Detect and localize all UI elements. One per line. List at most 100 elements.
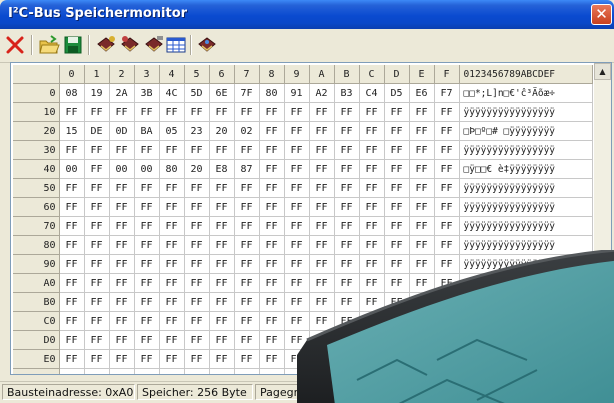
hex-cell[interactable]: FF: [209, 178, 235, 198]
hex-cell[interactable]: 20: [209, 121, 235, 141]
hex-cell[interactable]: FF: [109, 140, 135, 160]
hex-cell[interactable]: 87: [234, 159, 260, 179]
hex-cell[interactable]: A0: [109, 368, 135, 374]
hex-cell[interactable]: FF: [409, 197, 435, 217]
hex-cell[interactable]: 91: [284, 83, 310, 103]
hex-cell[interactable]: FF: [259, 159, 285, 179]
hex-cell[interactable]: 00: [134, 159, 160, 179]
hex-cell[interactable]: FF: [359, 140, 385, 160]
hex-cell[interactable]: FF: [209, 197, 235, 217]
hex-cell[interactable]: FF: [409, 140, 435, 160]
hex-cell[interactable]: FF: [359, 254, 385, 274]
hex-cell[interactable]: FF: [134, 178, 160, 198]
hex-cell[interactable]: FF: [234, 140, 260, 160]
hex-cell[interactable]: FF: [384, 102, 410, 122]
hex-cell[interactable]: FF: [309, 292, 335, 312]
hex-cell[interactable]: FF: [384, 330, 410, 350]
hex-cell[interactable]: FF: [234, 102, 260, 122]
hex-cell[interactable]: 00: [109, 159, 135, 179]
hex-cell[interactable]: FF: [184, 368, 210, 374]
hex-cell[interactable]: 3B: [134, 83, 160, 103]
hex-cell[interactable]: FF: [384, 216, 410, 236]
hex-cell[interactable]: FF: [209, 140, 235, 160]
hex-cell[interactable]: FF: [234, 311, 260, 331]
hex-cell[interactable]: FF: [309, 159, 335, 179]
hex-cell[interactable]: 05: [159, 121, 185, 141]
hex-cell[interactable]: FF: [284, 235, 310, 255]
hex-cell[interactable]: 15: [59, 121, 85, 141]
hex-cell[interactable]: FF: [84, 254, 110, 274]
hex-cell[interactable]: A0: [134, 368, 160, 374]
hex-cell[interactable]: FF: [309, 140, 335, 160]
hex-cell[interactable]: FF: [134, 140, 160, 160]
hex-cell[interactable]: FF: [409, 235, 435, 255]
ascii-cell[interactable]: ÿÿÿÿÿÿÿÿÿÿÿÿÿÿÿÿ: [459, 254, 593, 274]
hex-cell[interactable]: FF: [359, 216, 385, 236]
hex-cell[interactable]: FF: [184, 102, 210, 122]
hex-cell[interactable]: FF: [284, 140, 310, 160]
hex-cell[interactable]: FF: [259, 197, 285, 217]
hex-cell[interactable]: FF: [384, 140, 410, 160]
hex-cell[interactable]: FF: [384, 292, 410, 312]
hex-cell[interactable]: FF: [284, 102, 310, 122]
hex-cell[interactable]: FF: [259, 368, 285, 374]
hex-cell[interactable]: FF: [334, 121, 360, 141]
hex-cell[interactable]: FF: [434, 273, 460, 293]
hex-cell[interactable]: FF: [384, 273, 410, 293]
close-button[interactable]: ✕: [591, 4, 612, 25]
ascii-cell[interactable]: ÿÿÿÿÿÿÿÿÿÿÿÿÿÿÿÿ: [459, 216, 593, 236]
hex-cell[interactable]: FF: [184, 235, 210, 255]
hex-cell[interactable]: FF: [359, 368, 385, 374]
hex-cell[interactable]: 20: [184, 159, 210, 179]
hex-cell[interactable]: FF: [434, 349, 460, 369]
hex-cell[interactable]: 0D: [109, 121, 135, 141]
hex-cell[interactable]: FF: [284, 197, 310, 217]
hex-cell[interactable]: FF: [59, 292, 85, 312]
hex-cell[interactable]: FF: [259, 140, 285, 160]
ascii-cell[interactable]: ÿÿÿÿÿÿÿÿÿÿÿÿÿÿÿÿ: [459, 330, 593, 350]
hex-cell[interactable]: FF: [384, 368, 410, 374]
hex-cell[interactable]: FF: [184, 254, 210, 274]
hex-cell[interactable]: FF: [359, 330, 385, 350]
hex-cell[interactable]: FF: [184, 140, 210, 160]
hex-cell[interactable]: FF: [109, 349, 135, 369]
hex-cell[interactable]: FF: [84, 349, 110, 369]
hex-cell[interactable]: FF: [184, 178, 210, 198]
hex-cell[interactable]: FF: [184, 349, 210, 369]
hex-cell[interactable]: FF: [84, 330, 110, 350]
hex-cell[interactable]: FF: [284, 254, 310, 274]
hex-cell[interactable]: 00: [59, 368, 85, 374]
hex-cell[interactable]: FF: [234, 273, 260, 293]
hex-cell[interactable]: FF: [434, 311, 460, 331]
chip-info-icon[interactable]: [196, 34, 218, 56]
hex-cell[interactable]: FF: [284, 368, 310, 374]
hex-cell[interactable]: FF: [109, 102, 135, 122]
ascii-cell[interactable]: ÿÿÿÿÿÿÿÿÿÿÿÿÿÿÿÿ: [459, 311, 593, 331]
hex-cell[interactable]: FF: [184, 311, 210, 331]
hex-cell[interactable]: FF: [334, 102, 360, 122]
ascii-cell[interactable]: □ ÿÿÿÿÿÿÿÿÿÿÿÿ: [459, 368, 593, 374]
hex-cell[interactable]: 23: [184, 121, 210, 141]
hex-cell[interactable]: FF: [59, 273, 85, 293]
hex-cell[interactable]: FF: [234, 349, 260, 369]
hex-cell[interactable]: FF: [59, 197, 85, 217]
vertical-scrollbar[interactable]: ▲: [594, 63, 611, 374]
hex-cell[interactable]: FF: [259, 292, 285, 312]
hex-cell[interactable]: FF: [309, 254, 335, 274]
hex-cell[interactable]: FF: [59, 311, 85, 331]
hex-cell[interactable]: FF: [259, 273, 285, 293]
hex-cell[interactable]: FF: [159, 197, 185, 217]
hex-cell[interactable]: FF: [434, 235, 460, 255]
hex-cell[interactable]: FF: [359, 235, 385, 255]
hex-cell[interactable]: FF: [384, 159, 410, 179]
delete-icon[interactable]: [4, 34, 26, 56]
hex-cell[interactable]: FF: [159, 235, 185, 255]
hex-cell[interactable]: FF: [159, 254, 185, 274]
hex-cell[interactable]: F7: [434, 83, 460, 103]
hex-cell[interactable]: FF: [409, 311, 435, 331]
hex-cell[interactable]: FF: [434, 330, 460, 350]
hex-cell[interactable]: FF: [359, 273, 385, 293]
hex-cell[interactable]: 7F: [234, 83, 260, 103]
hex-grid[interactable]: 0 1 2 3 4 5 6 7 8 9 A B C D E F 0123456789ABCDEF 0 08 19 2A 3…: [10, 62, 612, 375]
hex-cell[interactable]: DE: [84, 121, 110, 141]
